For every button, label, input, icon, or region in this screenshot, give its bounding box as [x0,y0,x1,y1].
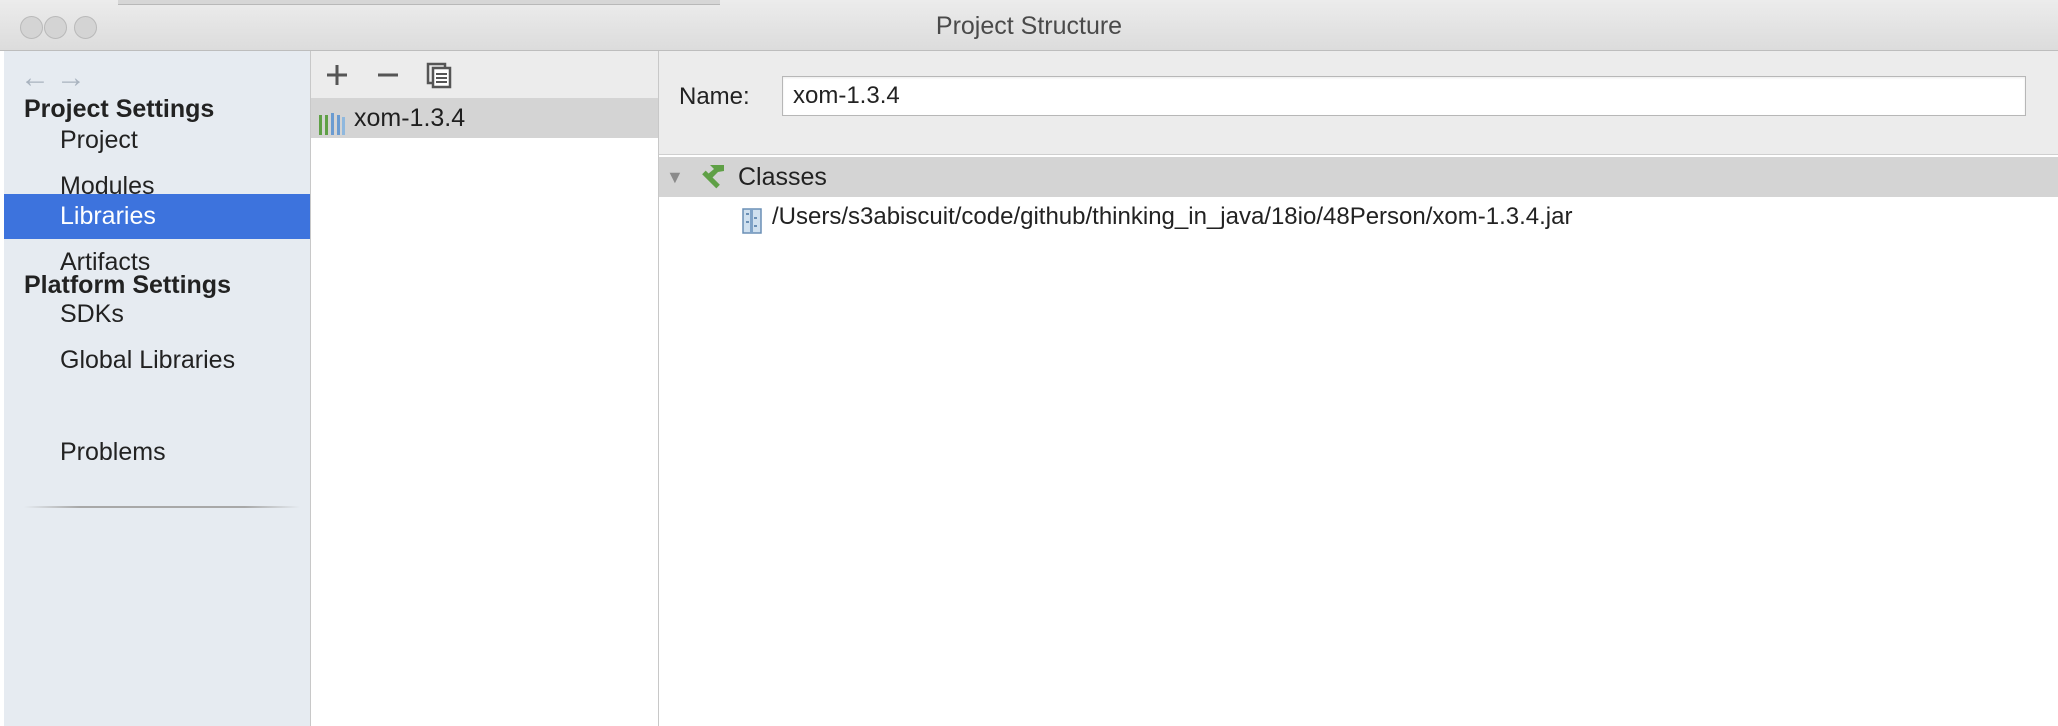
background-window-strip [118,0,720,5]
library-name-field[interactable] [782,76,2026,116]
library-toolbar [311,51,658,98]
library-list-pane: xom-1.3.4 [311,51,659,726]
sidebar-item-problems[interactable]: Problems [4,430,310,475]
back-arrow-icon[interactable]: ← [20,63,50,93]
sidebar: ← → Project Settings Project Modules Lib… [4,51,311,726]
tree-node-classes[interactable]: ▼ Classes [659,157,2058,197]
classes-label: Classes [738,163,827,191]
name-label: Name: [679,83,750,110]
library-details-pane: Name: ▼ Classes /Users/ [659,51,2058,726]
project-structure-window: Project Structure ← → Project Settings P… [0,0,2058,726]
tree-item-jar[interactable]: /Users/s3abiscuit/code/github/thinking_i… [659,197,2058,237]
library-icon [318,107,346,147]
forward-arrow-icon[interactable]: → [56,63,86,93]
jar-path-label: /Users/s3abiscuit/code/github/thinking_i… [772,203,1573,230]
minus-icon[interactable] [372,59,404,91]
sidebar-item-global-libraries[interactable]: Global Libraries [4,338,310,383]
sidebar-item-sdks[interactable]: SDKs [4,292,310,337]
expand-triangle-icon[interactable]: ▼ [666,157,684,197]
window-title: Project Structure [935,12,1123,40]
name-row: Name: [659,51,2058,155]
list-item-library[interactable]: xom-1.3.4 [311,98,658,138]
sidebar-item-libraries[interactable]: Libraries [4,194,310,239]
library-name-label: xom-1.3.4 [354,104,466,132]
sidebar-divider [24,506,300,508]
title-bar[interactable]: Project Structure [0,0,2058,51]
sidebar-item-project[interactable]: Project [4,118,310,163]
copy-icon[interactable] [423,59,455,91]
plus-icon[interactable] [321,59,353,91]
jar-icon [742,207,762,247]
